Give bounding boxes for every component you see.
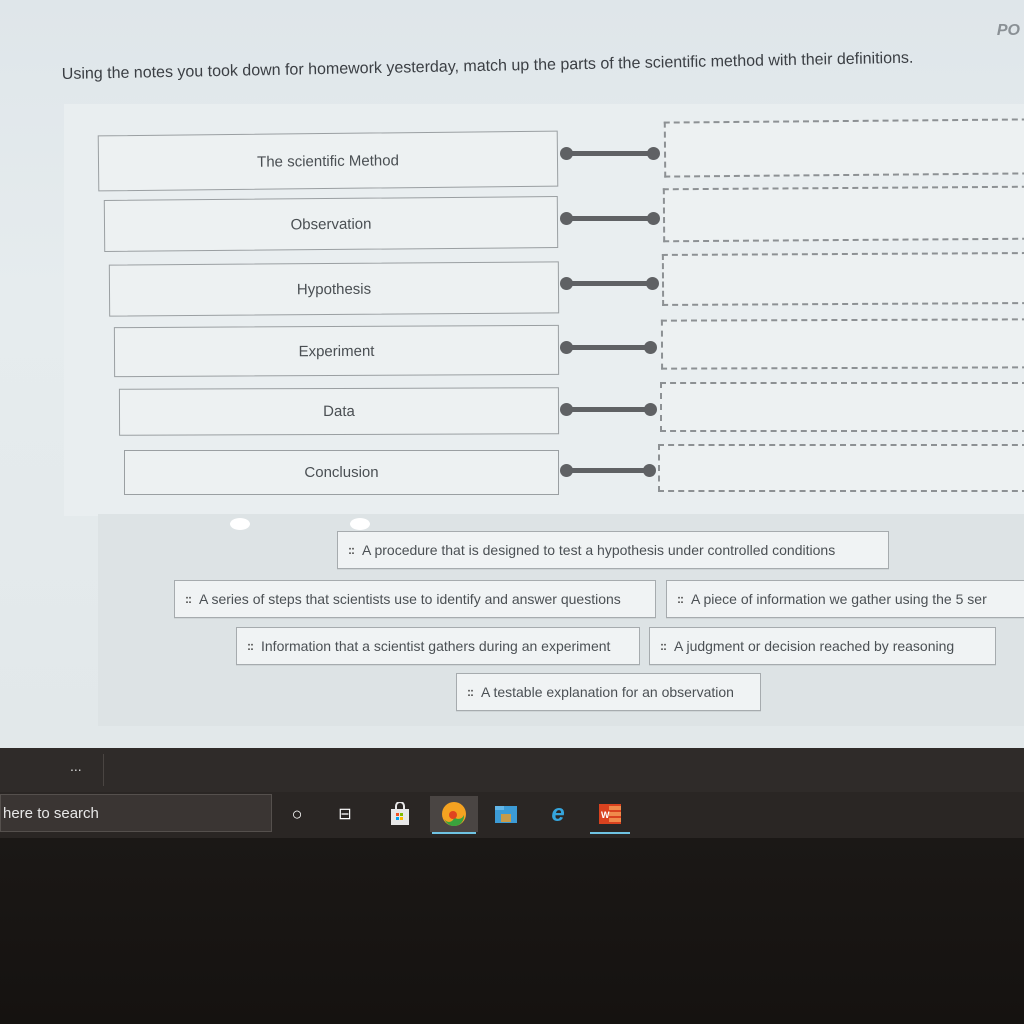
connector-node [647,147,660,160]
connector-node [647,212,660,225]
term-label: Conclusion [304,464,379,481]
running-indicator [590,832,630,834]
term-label: Observation [290,215,372,233]
office-icon[interactable]: W [588,796,632,834]
definition-card[interactable]: :: A testable explanation for an observa… [456,673,761,711]
browser-content: PO Using the notes you took down for hom… [0,0,1024,748]
term-box: Data [118,387,560,436]
connector-line [560,464,656,477]
drag-grip-icon[interactable]: :: [247,639,254,653]
resize-handle[interactable] [350,518,370,530]
taskbar-search-input[interactable]: here to search [0,794,272,832]
cortana-glyph: ○ [291,803,303,824]
definition-card[interactable]: :: A judgment or decision reached by rea… [649,627,996,665]
drag-grip-icon[interactable]: :: [677,592,684,606]
connector-node [644,403,657,416]
term-label: The scientific Method [257,151,399,171]
definition-label: A judgment or decision reached by reason… [674,638,955,654]
term-box: Experiment [113,324,560,378]
edge-icon[interactable] [430,796,478,834]
drop-zone[interactable] [662,185,1024,243]
connector-node [646,277,659,290]
connector-node [560,403,573,416]
taskbar: here to search ○ ⊟ e W [0,792,1024,838]
definition-card[interactable]: :: A piece of information we gather usin… [666,580,1024,618]
divider [103,754,104,786]
term-box: The scientific Method [97,130,559,192]
definition-label: A series of steps that scientists use to… [199,591,621,607]
connector-node [560,277,573,290]
term-label: Experiment [298,342,375,360]
connector-node [644,341,657,354]
svg-text:W: W [601,810,610,820]
drop-zone[interactable] [661,252,1024,306]
points-label: PO [996,22,1020,39]
active-indicator [432,832,476,834]
connector-node [643,464,656,477]
connector-node [560,147,573,160]
drop-zone[interactable] [660,382,1024,432]
definition-label: Information that a scientist gathers dur… [261,638,611,654]
connector-line [560,277,659,290]
window-strip: ... [0,748,1024,792]
monitor-bezel [0,838,1024,1024]
connector-line [560,212,660,225]
store-icon[interactable] [378,796,422,832]
folder-icon [495,806,517,823]
ie-glyph: e [551,800,565,827]
drag-grip-icon[interactable]: :: [660,639,667,653]
drag-grip-icon[interactable]: :: [467,685,474,699]
file-explorer-icon[interactable] [484,796,528,832]
drop-zone[interactable] [658,444,1024,492]
definition-label: A piece of information we gather using t… [691,591,987,607]
term-box: Observation [103,196,559,252]
definition-label: A procedure that is designed to test a h… [362,542,836,558]
cortana-icon[interactable]: ○ [275,796,319,832]
connector-node [560,212,573,225]
term-box: Hypothesis [108,261,560,317]
office-logo-icon: W [599,804,621,824]
connector-node [560,341,573,354]
search-placeholder: here to search [3,804,99,822]
drop-zone[interactable] [663,118,1024,178]
term-box: Conclusion [124,450,559,495]
connector-line [560,147,660,160]
edge-logo-icon [442,802,466,827]
definition-label: A testable explanation for an observatio… [481,684,734,700]
drag-grip-icon[interactable]: :: [348,543,355,557]
drop-zone[interactable] [660,318,1024,370]
task-view-icon[interactable]: ⊟ [323,796,367,832]
connector-line [560,341,657,354]
term-label: Hypothesis [296,280,372,298]
term-label: Data [323,402,355,421]
connector-node [560,464,573,477]
internet-explorer-icon[interactable]: e [536,796,580,832]
definition-card[interactable]: :: Information that a scientist gathers … [236,627,640,665]
store-bag-icon [391,802,409,825]
drag-grip-icon[interactable]: :: [185,592,192,606]
more-options-button[interactable]: ... [70,758,82,774]
resize-handle[interactable] [230,518,250,530]
definition-card[interactable]: :: A procedure that is designed to test … [337,531,889,569]
definition-card[interactable]: :: A series of steps that scientists use… [174,580,656,618]
connector-line [560,403,657,416]
task-view-glyph: ⊟ [338,806,352,823]
question-instructions: Using the notes you took down for homewo… [61,49,914,84]
